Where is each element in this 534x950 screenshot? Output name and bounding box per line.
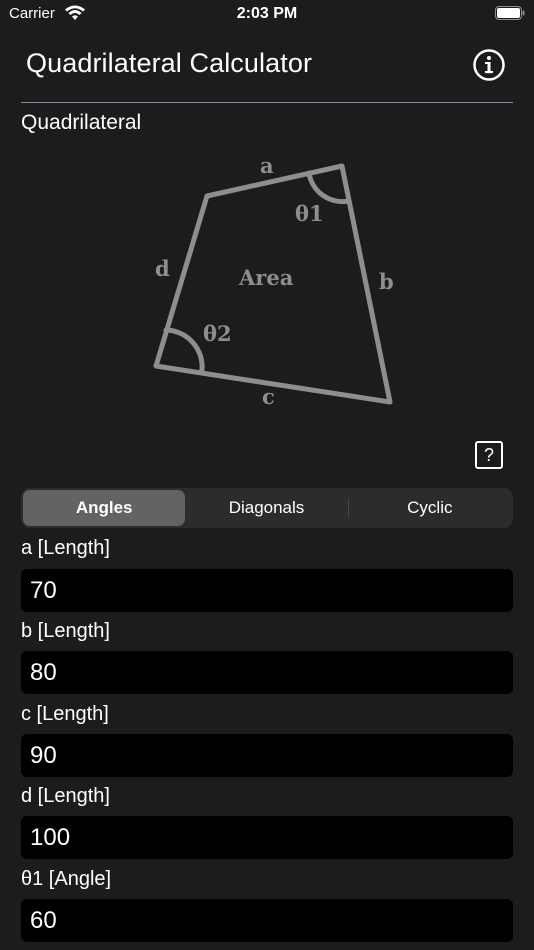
area-label: Area bbox=[238, 265, 294, 290]
status-bar: Carrier 2:03 PM bbox=[0, 0, 534, 30]
side-d-field-label: d [Length] bbox=[21, 785, 110, 807]
side-a-label: a bbox=[260, 153, 274, 178]
quadrilateral-diagram: a θ1 d Area b θ2 c bbox=[153, 153, 394, 409]
tab-cyclic[interactable]: Cyclic bbox=[349, 490, 511, 526]
theta1-field-label: θ1 [Angle] bbox=[21, 868, 112, 890]
side-b-field-label: b [Length] bbox=[21, 620, 110, 642]
side-b-label: b bbox=[379, 269, 394, 294]
side-c-label: c bbox=[262, 384, 275, 409]
side-a-field-label: a [Length] bbox=[21, 537, 110, 559]
info-icon[interactable] bbox=[472, 48, 506, 82]
side-c-input[interactable] bbox=[21, 734, 513, 777]
side-d-input[interactable] bbox=[21, 816, 513, 859]
side-c-field-label: c [Length] bbox=[21, 703, 109, 725]
tab-diagonals[interactable]: Diagonals bbox=[185, 490, 347, 526]
side-b-input[interactable] bbox=[21, 651, 513, 694]
status-time: 2:03 PM bbox=[236, 5, 298, 22]
help-button[interactable]: ? bbox=[475, 441, 503, 469]
theta2-arc bbox=[163, 327, 205, 373]
theta2-label: θ2 bbox=[203, 321, 232, 346]
side-a-input[interactable] bbox=[21, 569, 513, 612]
side-d-label: d bbox=[155, 256, 170, 281]
battery-icon bbox=[495, 6, 525, 20]
tab-angles[interactable]: Angles bbox=[23, 490, 186, 526]
section-label: Quadrilateral bbox=[21, 111, 142, 134]
theta1-label: θ1 bbox=[295, 201, 324, 226]
theta1-input[interactable] bbox=[21, 899, 513, 942]
header-divider bbox=[21, 102, 513, 103]
page-title: Quadrilateral Calculator bbox=[26, 48, 313, 78]
mode-segmented-control: Angles Diagonals Cyclic bbox=[21, 488, 513, 528]
